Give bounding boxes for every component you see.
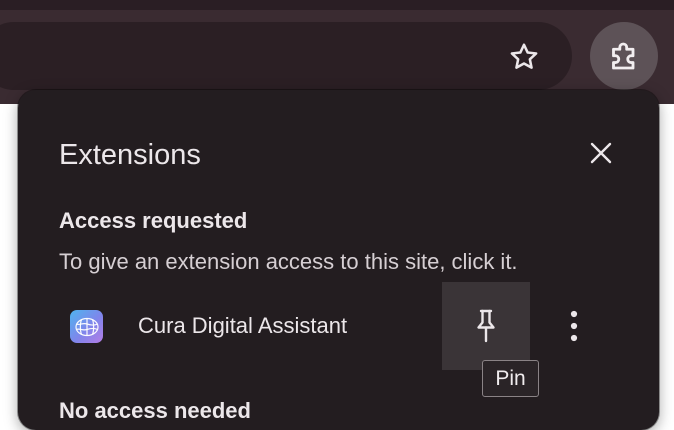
pin-icon bbox=[477, 309, 495, 343]
pin-tooltip: Pin bbox=[482, 360, 539, 397]
vertical-dots-icon[interactable] bbox=[555, 306, 593, 346]
no-access-needed-heading: No access needed bbox=[59, 398, 251, 423]
address-bar[interactable] bbox=[0, 22, 572, 90]
close-icon[interactable] bbox=[582, 134, 620, 172]
extension-name[interactable]: Cura Digital Assistant bbox=[138, 312, 347, 340]
window-title-bar bbox=[0, 0, 674, 10]
access-requested-description: To give an extension access to this site… bbox=[59, 249, 518, 274]
extensions-puzzle-icon[interactable] bbox=[590, 22, 658, 90]
bookmark-star-icon[interactable] bbox=[503, 36, 545, 78]
pin-button[interactable] bbox=[442, 282, 530, 370]
access-requested-heading: Access requested bbox=[59, 208, 248, 233]
popup-title: Extensions bbox=[59, 139, 201, 171]
extension-brain-icon[interactable] bbox=[70, 310, 103, 343]
